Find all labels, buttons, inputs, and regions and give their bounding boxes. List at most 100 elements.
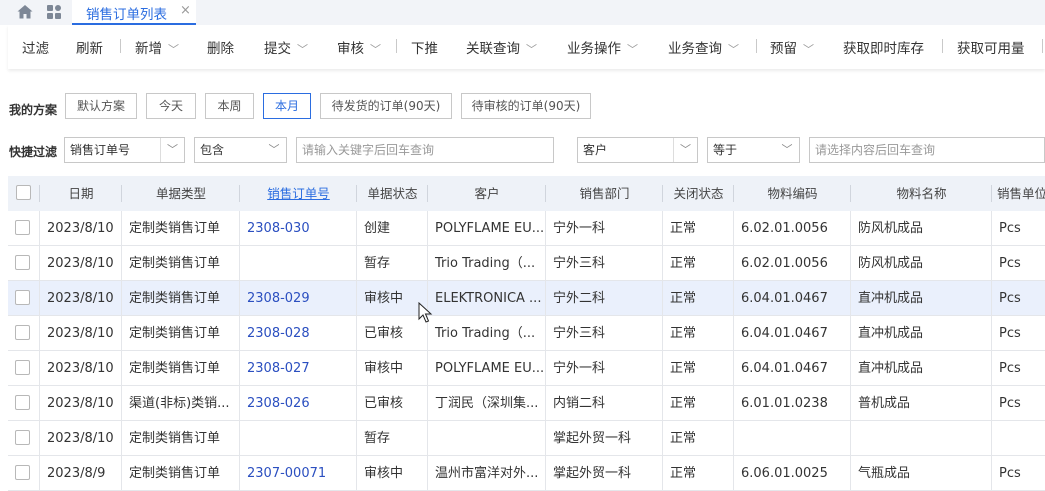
reserve-button[interactable]: 预留 ﹀ — [770, 37, 814, 57]
submit-button[interactable]: 提交 ﹀ — [264, 37, 308, 57]
dept-cell: 宁外二科 — [546, 281, 663, 316]
toolbar: 过滤 刷新 新增 ﹀ 删除 提交 ﹀ 审核 ﹀ 下推 关联查询 ﹀ 业务操作 ﹀ 业务查询… — [8, 25, 1045, 69]
status-cell: 暂存 — [357, 421, 428, 456]
customer-cell: POLYFLAME EU... — [428, 351, 546, 386]
scheme-default-button[interactable]: 默认方案 — [65, 93, 137, 119]
unit-cell: Pcs — [999, 466, 1021, 481]
get-available-qty-button[interactable]: 获取可用量 — [957, 37, 1025, 57]
column-header-material-code[interactable]: 物料编码 — [734, 176, 851, 211]
related-query-button[interactable]: 关联查询 ﹀ — [466, 37, 537, 57]
status-cell: 审核中 — [357, 456, 428, 491]
column-header-order-no[interactable]: 销售订单号 — [240, 176, 357, 211]
column-header-customer[interactable]: 客户 — [428, 176, 546, 211]
column-header-close-status[interactable]: 关闭状态 — [663, 176, 734, 211]
row-checkbox[interactable] — [15, 325, 30, 340]
home-icon[interactable] — [16, 3, 34, 21]
chevron-down-icon: ﹀ — [728, 43, 739, 56]
order-no-link[interactable]: 2307-00071 — [240, 456, 357, 491]
row-checkbox[interactable] — [15, 290, 30, 305]
material-code-cell: 6.06.01.0025 — [734, 456, 851, 491]
filter-button[interactable]: 过滤 — [22, 37, 49, 57]
business-query-button[interactable]: 业务查询 ﹀ — [668, 37, 739, 57]
order-no-link[interactable]: 2308-027 — [240, 351, 357, 386]
order-no-link[interactable] — [240, 246, 357, 281]
column-header-date[interactable]: 日期 — [40, 176, 122, 211]
customer-cell: 丁润民（深圳集... — [428, 386, 546, 421]
row-checkbox[interactable] — [15, 255, 30, 270]
scheme-pending-audit-button[interactable]: 待审核的订单(90天) — [461, 93, 591, 119]
delete-button[interactable]: 删除 — [207, 37, 234, 57]
row-checkbox[interactable] — [15, 360, 30, 375]
close-status-cell: 正常 — [663, 246, 734, 281]
order-no-link[interactable]: 2308-030 — [240, 211, 357, 246]
column-header-dept[interactable]: 销售部门 — [546, 176, 663, 211]
customer-operator-value: 等于 — [713, 143, 738, 157]
close-status-cell: 正常 — [663, 456, 734, 491]
customer-search-input[interactable]: 请选择内容后回车查询 — [809, 137, 1045, 163]
row-checkbox[interactable] — [15, 465, 30, 480]
refresh-button[interactable]: 刷新 — [76, 37, 103, 57]
unit-cell: Pcs — [999, 291, 1021, 306]
quick-filter-label: 快捷过滤 — [9, 145, 58, 159]
type-cell: 定制类销售订单 — [122, 456, 240, 491]
add-button[interactable]: 新增 ﹀ — [135, 37, 179, 57]
table-row[interactable]: 2023/8/10 定制类销售订单 暂存 Trio Trading（... 宁外三科 正常… — [8, 246, 1045, 281]
order-no-link[interactable]: 2308-026 — [240, 386, 357, 421]
audit-button[interactable]: 审核 ﹀ — [337, 37, 381, 57]
customer-cell: ELEKTRONICA ... — [428, 281, 546, 316]
toolbar-divider — [942, 39, 943, 53]
table-row[interactable]: 2023/8/9 定制类销售订单 2307-00071 审核中 温州市富洋对外... 掌起… — [8, 456, 1045, 491]
customer-field-select[interactable]: 客户 ﹀ — [577, 137, 698, 163]
select-all-checkbox[interactable] — [16, 185, 31, 200]
get-instant-stock-button[interactable]: 获取即时库存 — [843, 37, 924, 57]
filter-field-select[interactable]: 销售订单号 ﹀ — [64, 137, 185, 163]
row-checkbox[interactable] — [15, 430, 30, 445]
table-row[interactable]: 2023/8/10 渠道(非标)类销... 2308-026 已审核 丁润民（深圳集..… — [8, 386, 1045, 421]
filter-operator-select[interactable]: 包含 ﹀ — [194, 137, 287, 163]
order-no-link[interactable] — [240, 421, 357, 456]
close-icon[interactable]: × — [180, 3, 191, 18]
unit-cell — [992, 421, 1045, 456]
close-status-cell: 正常 — [663, 386, 734, 421]
row-select-cell — [8, 421, 40, 456]
filter-field-value: 销售订单号 — [70, 143, 131, 157]
table-row[interactable]: 2023/8/10 定制类销售订单 暂存 掌起外贸一科 正常 — [8, 421, 1045, 456]
column-header-material-name[interactable]: 物料名称 — [851, 176, 992, 211]
row-checkbox[interactable] — [15, 395, 30, 410]
customer-operator-select[interactable]: 等于 ﹀ — [707, 137, 800, 163]
scheme-pending-shipment-button[interactable]: 待发货的订单(90天) — [320, 93, 452, 119]
column-header-type[interactable]: 单据类型 — [122, 176, 240, 211]
customer-cell: Trio Trading（... — [428, 246, 546, 281]
tab-sales-order-list[interactable]: 销售订单列表 × — [72, 0, 196, 25]
business-operation-button[interactable]: 业务操作 ﹀ — [567, 37, 638, 57]
table-row[interactable]: 2023/8/10 定制类销售订单 2308-029 审核中 ELEKTRONICA .… — [8, 281, 1045, 316]
table-row[interactable]: 2023/8/10 定制类销售订单 2308-028 已审核 Trio Trading（… — [8, 316, 1045, 351]
push-down-button[interactable]: 下推 — [411, 37, 438, 57]
keyword-search-input[interactable]: 请输入关键字后回车查询 — [296, 137, 554, 163]
order-no-link[interactable]: 2308-028 — [240, 316, 357, 351]
chevron-down-icon: ﹀ — [526, 43, 537, 56]
scheme-today-button[interactable]: 今天 — [146, 93, 196, 119]
close-status-cell: 正常 — [663, 281, 734, 316]
type-cell: 渠道(非标)类销... — [122, 386, 240, 421]
row-select-cell — [8, 456, 40, 491]
toolbar-divider — [756, 39, 757, 53]
apps-grid-icon[interactable] — [45, 3, 63, 21]
chevron-down-icon: ﹀ — [673, 138, 697, 162]
table-row[interactable]: 2023/8/10 定制类销售订单 2308-027 审核中 POLYFLAME EU.… — [8, 351, 1045, 386]
chevron-down-icon: ﹀ — [168, 43, 179, 56]
row-select-cell — [8, 386, 40, 421]
row-select-cell — [8, 316, 40, 351]
scheme-this-week-button[interactable]: 本周 — [205, 93, 254, 119]
material-code-cell: 6.04.01.0467 — [734, 316, 851, 351]
row-checkbox[interactable] — [15, 220, 30, 235]
scheme-this-month-button[interactable]: 本月 — [263, 93, 311, 119]
row-select-cell — [8, 351, 40, 386]
order-no-link[interactable]: 2308-029 — [240, 281, 357, 316]
column-header-unit[interactable]: 销售单位 — [992, 176, 1045, 211]
column-header-status[interactable]: 单据状态 — [357, 176, 428, 211]
chevron-down-icon: ﹀ — [160, 138, 184, 162]
material-code-cell: 6.04.01.0467 — [734, 281, 851, 316]
table-row[interactable]: 2023/8/10 定制类销售订单 2308-030 创建 POLYFLAME EU..… — [8, 211, 1045, 246]
toolbar-divider — [120, 39, 121, 53]
